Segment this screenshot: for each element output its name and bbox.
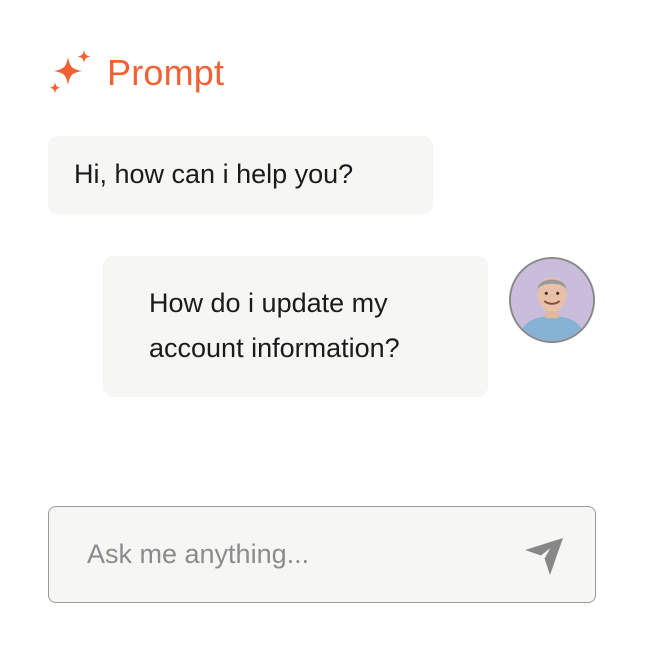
- user-message-line: account information?: [149, 333, 400, 363]
- assistant-message-text: Hi, how can i help you?: [74, 159, 354, 189]
- app-title: Prompt: [107, 52, 225, 93]
- user-message-line: How do i update my: [149, 288, 388, 318]
- user-message-bubble: How do i update my account information?: [103, 256, 488, 397]
- user-avatar: [509, 257, 595, 343]
- sparkle-icon: [49, 50, 91, 94]
- send-icon: [525, 538, 563, 575]
- chat-composer: [48, 506, 596, 603]
- user-avatar-icon: [511, 259, 593, 341]
- assistant-message-bubble: Hi, how can i help you?: [48, 136, 433, 214]
- send-button[interactable]: [519, 529, 571, 581]
- app-header: Prompt: [46, 48, 224, 98]
- message-input[interactable]: [73, 532, 521, 576]
